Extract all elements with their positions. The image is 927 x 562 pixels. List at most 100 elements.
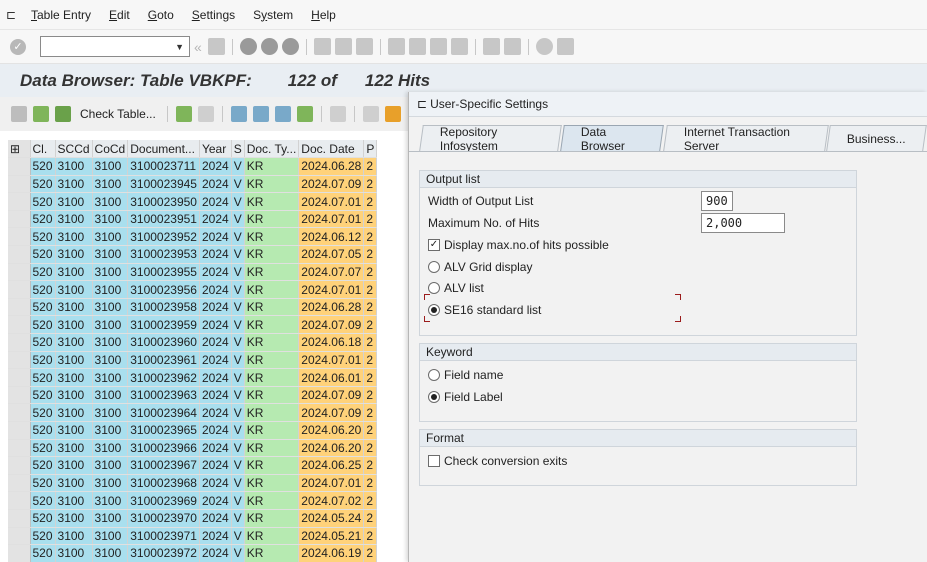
menu-help[interactable]: Help <box>302 8 345 22</box>
table-row[interactable]: 520 3100 3100 3100023961 2024 V KR 2024.07.01 2 <box>8 351 378 370</box>
menu-edit[interactable]: Edit <box>100 8 139 22</box>
select-all-icon[interactable] <box>197 106 214 122</box>
conv-exits-checkbox-row[interactable]: Check conversion exits <box>428 452 567 470</box>
table-row[interactable]: 520 3100 3100 3100023968 2024 V KR 2024.07.01 2 <box>8 474 378 493</box>
row-selector[interactable] <box>8 386 31 405</box>
max-hits-input[interactable]: 2,000 <box>701 213 785 233</box>
previous-page-icon[interactable] <box>408 38 426 55</box>
row-selector[interactable] <box>8 280 31 299</box>
table-row[interactable]: 520 3100 3100 3100023711 2024 V KR 2024.06.28 2 <box>8 157 378 176</box>
row-selector[interactable] <box>8 403 31 422</box>
table-row[interactable]: 520 3100 3100 3100023958 2024 V KR 2024.06.28 2 <box>8 298 378 317</box>
find-icon[interactable] <box>334 38 352 55</box>
column-header[interactable]: Doc. Date <box>298 140 365 159</box>
display-icon[interactable] <box>11 106 27 122</box>
table-row[interactable]: 520 3100 3100 3100023955 2024 V KR 2024.07.07 2 <box>8 263 378 282</box>
menu-exit-icon[interactable]: ⊏ <box>0 0 22 30</box>
shortcut-icon[interactable] <box>503 38 521 55</box>
table-row[interactable]: 520 3100 3100 3100023952 2024 V KR 2024.06.12 2 <box>8 227 378 247</box>
table-row[interactable]: 520 3100 3100 3100023953 2024 V KR 2024.07.05 2 <box>8 245 378 264</box>
field-label-radio-row[interactable]: Field Label <box>428 388 503 406</box>
menu-goto[interactable]: Goto <box>139 8 183 22</box>
change-icon[interactable] <box>55 106 71 122</box>
se16-radio-row[interactable]: SE16 standard list <box>428 301 541 319</box>
table-row[interactable]: 520 3100 3100 3100023962 2024 V KR 2024.06.01 2 <box>8 368 378 387</box>
print-icon[interactable] <box>313 38 331 55</box>
column-header[interactable]: P <box>363 140 378 159</box>
table-row[interactable]: 520 3100 3100 3100023951 2024 V KR 2024.07.01 2 <box>8 210 378 229</box>
alv-list-radio[interactable] <box>428 282 440 294</box>
se16-radio[interactable] <box>428 304 440 316</box>
next-page-icon[interactable] <box>429 38 447 55</box>
row-selector[interactable] <box>8 298 31 317</box>
select-all-cell[interactable]: ⊞ <box>8 140 31 159</box>
row-selector[interactable] <box>8 175 31 194</box>
row-selector[interactable] <box>8 509 31 528</box>
enter-icon[interactable]: ✓ <box>10 38 26 55</box>
alv-list-radio-row[interactable]: ALV list <box>428 279 484 297</box>
table-row[interactable]: 520 3100 3100 3100023960 2024 V KR 2024.06.18 2 <box>8 333 378 352</box>
layout-menu-icon[interactable] <box>556 38 574 55</box>
table-row[interactable]: 520 3100 3100 3100023956 2024 V KR 2024.07.01 2 <box>8 280 378 299</box>
first-page-icon[interactable] <box>387 38 405 55</box>
row-selector[interactable] <box>8 474 31 493</box>
save-icon[interactable] <box>207 38 225 55</box>
tab-internet-transaction-server[interactable]: Internet Transaction Server <box>662 125 829 153</box>
tab-repository-infosystem[interactable]: Repository Infosystem <box>419 125 563 153</box>
tab-data-browser[interactable]: Data Browser <box>560 125 665 153</box>
table-row[interactable]: 520 3100 3100 3100023972 2024 V KR 2024.06.19 2 <box>8 544 378 562</box>
details-icon[interactable] <box>175 106 192 122</box>
table-row[interactable]: 520 3100 3100 3100023966 2024 V KR 2024.06.20 2 <box>8 439 378 458</box>
row-selector[interactable] <box>8 227 31 247</box>
column-header[interactable]: Year <box>199 140 232 159</box>
row-selector[interactable] <box>8 157 31 176</box>
check-table-button[interactable]: Check Table... <box>80 107 156 121</box>
row-selector[interactable] <box>8 192 31 211</box>
table-row[interactable]: 520 3100 3100 3100023969 2024 V KR 2024.07.02 2 <box>8 491 378 510</box>
conv-exits-checkbox[interactable] <box>428 455 440 467</box>
field-name-radio-row[interactable]: Field name <box>428 366 503 384</box>
display-max-checkbox[interactable]: ✓ <box>428 239 440 251</box>
total-icon[interactable] <box>296 106 313 122</box>
row-selector[interactable] <box>8 315 31 335</box>
command-field[interactable]: ▼ <box>40 36 190 57</box>
back-icon[interactable] <box>239 38 257 55</box>
table-row[interactable]: 520 3100 3100 3100023967 2024 V KR 2024.06.25 2 <box>8 456 378 475</box>
table-row[interactable]: 520 3100 3100 3100023950 2024 V KR 2024.07.01 2 <box>8 192 378 211</box>
table-row[interactable]: 520 3100 3100 3100023971 2024 V KR 2024.05.21 2 <box>8 527 378 546</box>
new-session-icon[interactable] <box>482 38 500 55</box>
exit-icon[interactable] <box>260 38 278 55</box>
row-selector[interactable] <box>8 527 31 546</box>
field-label-radio[interactable] <box>428 391 440 403</box>
row-selector[interactable] <box>8 245 31 264</box>
menu-table-entry[interactable]: Table Entry <box>22 8 100 22</box>
display-max-checkbox-row[interactable]: ✓ Display max.no.of hits possible <box>428 236 609 254</box>
sort-descending-icon[interactable] <box>252 106 269 122</box>
row-selector[interactable] <box>8 351 31 370</box>
chevron-left-icon[interactable]: « <box>194 39 202 55</box>
views-icon[interactable] <box>329 106 346 122</box>
width-input[interactable]: 900 <box>701 191 733 211</box>
find-next-icon[interactable] <box>355 38 373 55</box>
row-selector[interactable] <box>8 263 31 282</box>
row-selector[interactable] <box>8 333 31 352</box>
row-selector[interactable] <box>8 491 31 510</box>
layout-icon[interactable] <box>384 106 401 122</box>
table-row[interactable]: 520 3100 3100 3100023964 2024 V KR 2024.07.09 2 <box>8 403 378 422</box>
table-row[interactable]: 520 3100 3100 3100023965 2024 V KR 2024.06.20 2 <box>8 421 378 440</box>
cancel-icon[interactable] <box>281 38 299 55</box>
last-page-icon[interactable] <box>450 38 468 55</box>
help-icon[interactable] <box>535 38 553 55</box>
table-row[interactable]: 520 3100 3100 3100023963 2024 V KR 2024.07.09 2 <box>8 386 378 405</box>
row-selector[interactable] <box>8 368 31 387</box>
export-icon[interactable] <box>362 106 379 122</box>
table-row[interactable]: 520 3100 3100 3100023945 2024 V KR 2024.07.09 2 <box>8 175 378 194</box>
row-selector[interactable] <box>8 210 31 229</box>
refresh-icon[interactable] <box>33 106 49 122</box>
column-header[interactable]: Doc. Ty... <box>244 140 300 159</box>
column-header[interactable]: Document... <box>127 140 200 159</box>
menu-settings[interactable]: Settings <box>183 8 244 22</box>
column-header[interactable]: CoCd <box>92 140 129 159</box>
field-name-radio[interactable] <box>428 369 440 381</box>
table-row[interactable]: 520 3100 3100 3100023959 2024 V KR 2024.07.09 2 <box>8 315 378 335</box>
